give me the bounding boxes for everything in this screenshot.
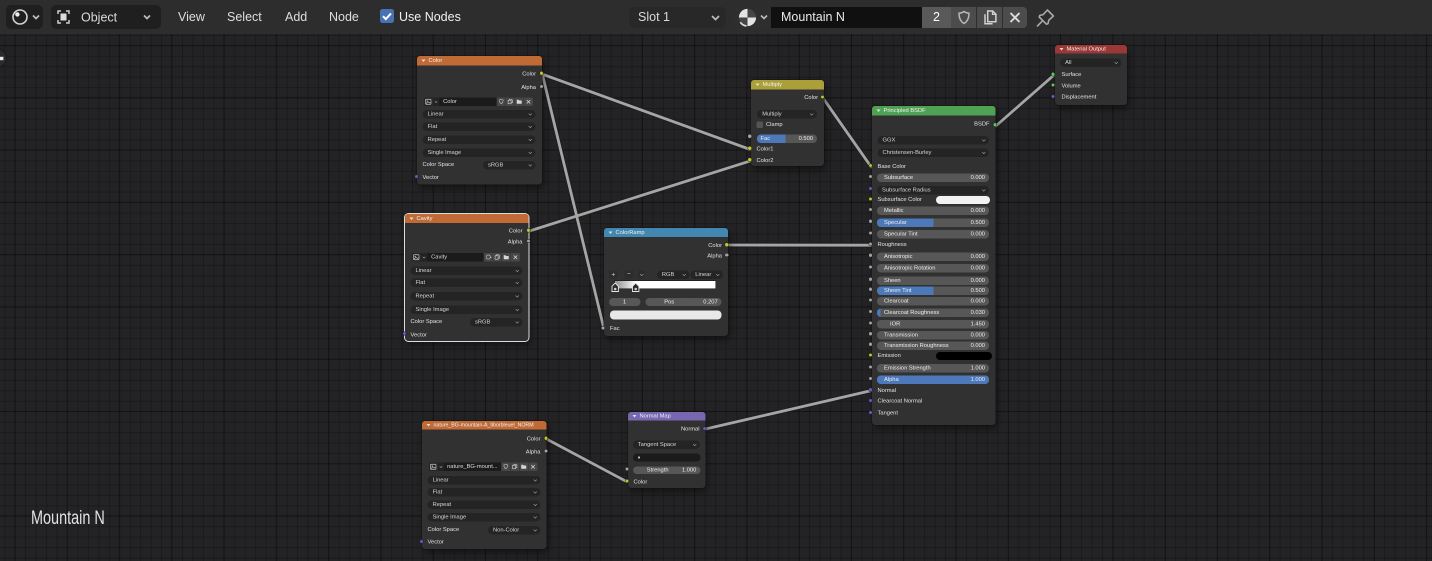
svg-text:Object: Object (81, 11, 118, 25)
